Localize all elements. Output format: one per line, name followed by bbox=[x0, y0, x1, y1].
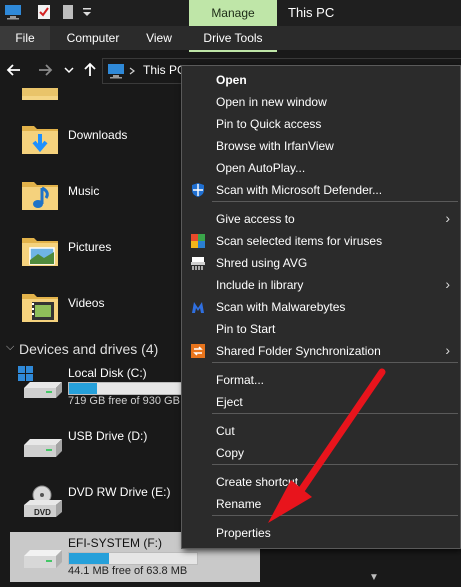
red-arrow-annotation bbox=[268, 368, 386, 523]
